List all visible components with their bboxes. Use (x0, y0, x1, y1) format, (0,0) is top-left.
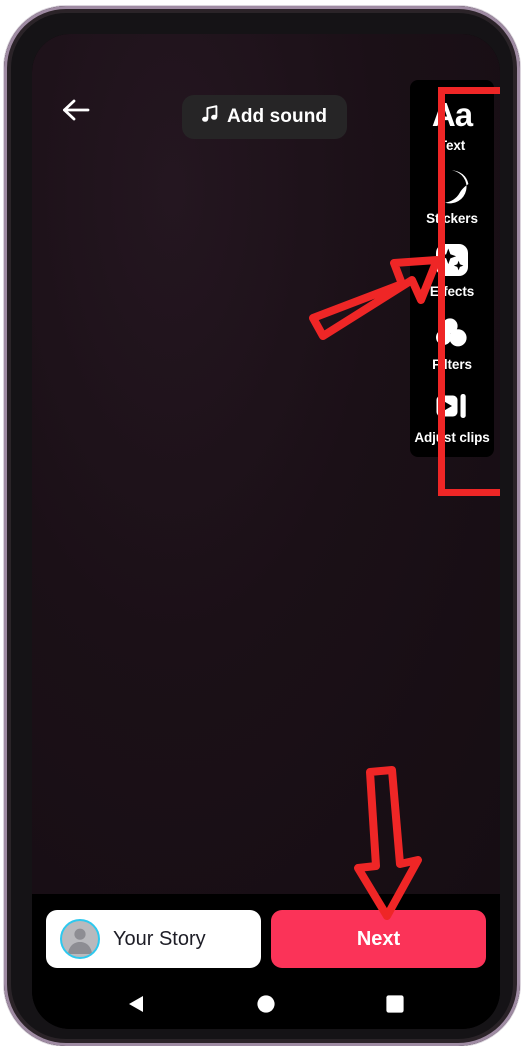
tool-item-text[interactable]: Aa Text (410, 92, 494, 154)
arrow-left-icon (61, 98, 91, 122)
system-navigation-bar (32, 984, 500, 1029)
tool-item-stickers[interactable]: Stickers (410, 165, 494, 226)
tool-item-effects[interactable]: Effects (410, 238, 494, 299)
filters-circles-icon (433, 311, 471, 355)
add-sound-button[interactable]: Add sound (182, 95, 348, 139)
next-button[interactable]: Next (271, 910, 486, 968)
phone-screen: Add sound Aa Text Stickers Effects Filte… (32, 34, 500, 1029)
tool-label-filters: Filters (432, 357, 472, 372)
add-sound-label: Add sound (227, 106, 328, 127)
text-aa-glyph: Aa (431, 95, 473, 133)
nav-recents-button[interactable] (384, 993, 406, 1020)
tool-item-adjust-clips[interactable]: Adjust clips (410, 384, 494, 445)
text-aa-icon: Aa (431, 92, 473, 136)
music-note-icon (202, 105, 218, 129)
square-recents-icon (384, 993, 406, 1020)
tool-label-stickers: Stickers (426, 211, 478, 226)
adjust-clips-icon (433, 384, 471, 428)
back-button[interactable] (54, 92, 98, 128)
user-avatar-placeholder-icon (60, 919, 100, 959)
tool-item-filters[interactable]: Filters (410, 311, 494, 372)
bottom-action-bar: Your Story Next (32, 894, 500, 984)
next-label: Next (356, 927, 401, 950)
circle-home-icon (255, 993, 277, 1020)
tool-label-text: Text (438, 138, 466, 153)
your-story-label: Your Story (113, 927, 206, 950)
nav-back-button[interactable] (126, 993, 148, 1020)
effects-sparkle-icon (434, 238, 470, 282)
tool-rail: Aa Text Stickers Effects Filters Adjust … (410, 80, 494, 457)
your-story-button[interactable]: Your Story (46, 910, 261, 968)
triangle-back-icon (126, 993, 148, 1020)
sticker-face-icon (433, 165, 471, 209)
tool-label-effects: Effects (429, 284, 475, 299)
nav-home-button[interactable] (255, 993, 277, 1020)
tool-label-adjust-clips: Adjust clips (414, 430, 490, 445)
phone-device-frame: Add sound Aa Text Stickers Effects Filte… (4, 6, 520, 1046)
